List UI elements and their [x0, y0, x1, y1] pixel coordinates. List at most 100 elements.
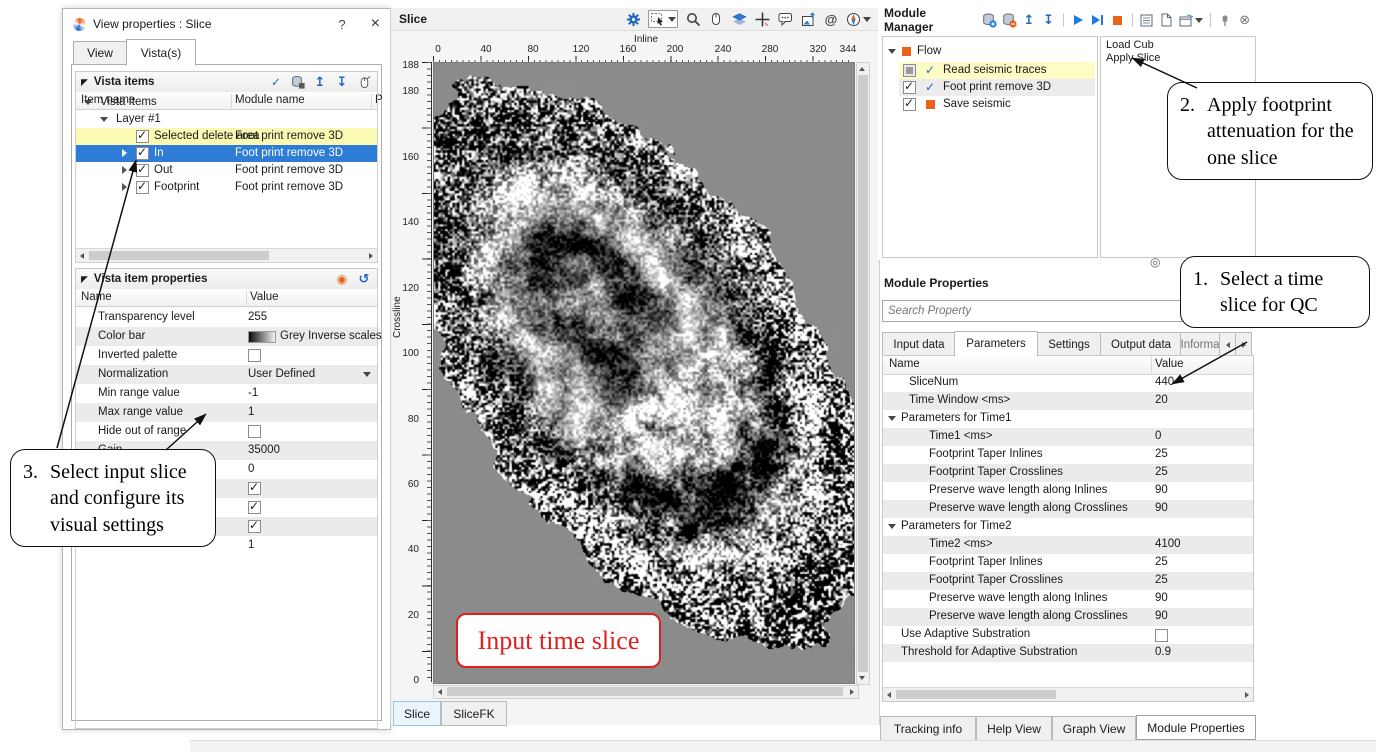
tree-row-out[interactable]: Out Foot print remove 3D [76, 162, 377, 179]
tab-output-data[interactable]: Output data [1100, 332, 1182, 357]
property-row[interactable]: Max range value 1 [76, 403, 377, 422]
item-checkbox[interactable] [136, 130, 149, 143]
property-row[interactable]: Inverted palette [76, 346, 377, 365]
item-checkbox[interactable] [136, 147, 149, 160]
horizontal-scrollbar[interactable] [883, 687, 1253, 701]
dropdown-arrow-icon[interactable] [863, 17, 871, 22]
horizontal-scrollbar[interactable] [433, 685, 859, 699]
vista-item-properties-section-header[interactable]: ◤ Vista item properties ◉ ↺ [75, 268, 378, 290]
list-item[interactable]: Load Cub [1101, 37, 1255, 51]
parameter-row[interactable]: Footprint Taper Crosslines25 [883, 572, 1253, 590]
horizontal-scrollbar[interactable] [76, 248, 377, 262]
expander-icon[interactable] [888, 524, 896, 529]
parameter-row[interactable]: Footprint Taper Inlines25 [883, 446, 1253, 464]
scrollbar-thumb[interactable] [89, 251, 269, 260]
apply-check-icon[interactable]: ✓ [268, 74, 284, 90]
tab-scroll-right-icon[interactable] [1235, 332, 1252, 357]
property-row[interactable]: Transparency level 255 [76, 308, 377, 327]
module-checkbox[interactable] [903, 98, 916, 111]
property-row[interactable]: Color bar Grey Inverse scales [76, 327, 377, 346]
scrollbar-thumb[interactable] [858, 75, 868, 672]
list-item[interactable]: Apply Slice [1101, 51, 1255, 64]
help-button[interactable]: ? [338, 17, 345, 32]
flow-module-row[interactable]: ✓ Read seismic traces [899, 62, 1095, 79]
dropdown-arrow-icon[interactable] [668, 17, 676, 22]
tab-view[interactable]: View [73, 41, 127, 65]
expander-icon[interactable] [122, 166, 127, 174]
move-to-bottom-icon[interactable]: ↧ [334, 74, 350, 90]
scrollbar-thumb[interactable] [447, 687, 843, 696]
run-flow-icon[interactable] [1071, 12, 1086, 28]
use-adaptive-substration-checkbox[interactable] [1155, 629, 1168, 642]
log-list-icon[interactable] [1140, 12, 1155, 28]
tab-module-properties[interactable]: Module Properties [1136, 715, 1256, 740]
layers-icon[interactable] [731, 11, 747, 27]
parameter-row[interactable]: Preserve wave length along Crosslines90 [883, 608, 1253, 626]
item-checkbox[interactable] [136, 181, 149, 194]
parameter-row[interactable]: Footprint Taper Inlines25 [883, 554, 1253, 572]
tab-tracking-info[interactable]: Tracking info [880, 716, 976, 741]
expander-icon[interactable] [888, 416, 896, 421]
compass-button[interactable] [846, 12, 871, 27]
expander-icon[interactable] [100, 117, 108, 122]
mouse-tool-icon[interactable] [708, 11, 724, 27]
run-to-icon[interactable] [1090, 12, 1105, 28]
pin-icon[interactable] [1218, 12, 1233, 28]
parameter-row[interactable]: Preserve wave length along Inlines90 [883, 590, 1253, 608]
tab-graph-view[interactable]: Graph View [1052, 716, 1136, 741]
tree-row-footprint[interactable]: Footprint Foot print remove 3D [76, 179, 377, 196]
parameter-row[interactable]: Preserve wave length along Crosslines90 [883, 500, 1253, 518]
stop-icon[interactable] [1110, 12, 1125, 28]
parameter-row[interactable]: Footprint Taper Crosslines25 [883, 464, 1253, 482]
parameter-group-row[interactable]: Parameters for Time2 [883, 518, 1253, 536]
colorbar-swatch[interactable] [248, 331, 276, 343]
dropdown-arrow-icon[interactable] [1195, 18, 1203, 23]
record-icon[interactable]: @ [823, 11, 839, 27]
tab-settings[interactable]: Settings [1036, 332, 1102, 357]
crosshair-icon[interactable] [754, 11, 770, 27]
add-module-icon[interactable] [982, 12, 997, 28]
parameter-row[interactable]: Time2 <ms>4100 [883, 536, 1253, 554]
property-checkbox[interactable] [248, 520, 261, 533]
tab-scroll-left-icon[interactable] [1219, 332, 1236, 357]
move-up-icon[interactable]: ↥ [1022, 12, 1037, 28]
target-overlay-icon[interactable]: ◎ [1150, 255, 1160, 269]
parameter-group-row[interactable]: Parameters for Time1 [883, 410, 1253, 428]
parameter-row[interactable]: Threshold for Adaptive Substration0.9 [883, 644, 1253, 662]
parameter-row[interactable]: Time Window <ms>20 [883, 392, 1253, 410]
tab-vistas[interactable]: Vista(s) [126, 39, 196, 66]
expander-icon[interactable] [122, 183, 127, 191]
tab-input-data[interactable]: Input data [882, 332, 956, 357]
parameter-row[interactable]: Use Adaptive Substration [883, 626, 1253, 644]
tab-information[interactable]: Informa [1180, 332, 1220, 357]
property-row[interactable]: Hide out of range [76, 422, 377, 441]
flow-root-node[interactable]: Flow [883, 43, 1095, 60]
seismic-slice-image[interactable] [433, 62, 855, 684]
zoom-icon[interactable] [685, 11, 701, 27]
tab-slice[interactable]: Slice [393, 701, 441, 726]
tab-parameters[interactable]: Parameters [954, 331, 1038, 357]
tree-row-in[interactable]: In Foot print remove 3D [76, 145, 377, 162]
target-icon[interactable]: ◉ [334, 271, 350, 287]
copy-properties-icon[interactable] [290, 74, 306, 90]
module-checkbox[interactable] [903, 64, 916, 77]
pick-tool-icon[interactable] [356, 74, 372, 90]
item-checkbox[interactable] [136, 164, 149, 177]
property-checkbox[interactable] [248, 482, 261, 495]
comment-icon[interactable] [777, 11, 793, 27]
tab-help-view[interactable]: Help View [976, 716, 1052, 741]
hide-out-of-range-checkbox[interactable] [248, 425, 261, 438]
close-icon[interactable]: × [371, 15, 380, 33]
select-tool-button[interactable] [648, 10, 678, 28]
tree-row-selected-delete-area[interactable]: Selected delete area Foot print remove 3… [76, 128, 377, 145]
tree-node-layer[interactable]: Layer #1 [76, 111, 377, 128]
move-down-icon[interactable]: ↧ [1041, 12, 1056, 28]
move-to-top-icon[interactable]: ↥ [312, 74, 328, 90]
module-checkbox[interactable] [903, 81, 916, 94]
property-row[interactable]: Min range value -1 [76, 384, 377, 403]
export-image-icon[interactable] [800, 11, 816, 27]
expander-icon[interactable] [84, 100, 92, 105]
settings-gear-icon[interactable] [625, 11, 641, 27]
flow-module-row[interactable]: ✓ Foot print remove 3D [899, 79, 1095, 96]
dropdown-arrow-icon[interactable] [363, 372, 371, 377]
